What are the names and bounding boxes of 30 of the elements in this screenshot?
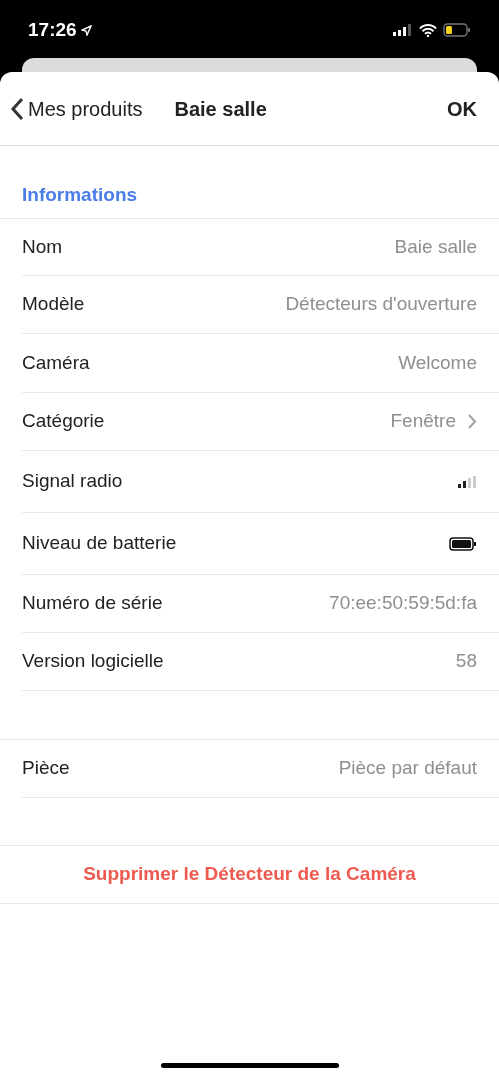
row-value: Welcome [398,350,477,375]
chevron-icon [468,414,477,429]
row-value: Détecteurs d'ouverture [285,292,477,317]
battery-icon [449,536,477,551]
wifi-icon [419,23,437,37]
row-label: Modèle [22,292,85,317]
row-value: 70:ee:50:59:5d:fa [329,591,477,616]
battery-status-icon [443,23,471,37]
row-value: Fenêtre [390,409,456,434]
row-label: Pièce [22,756,70,781]
nav-title: Baie salle [174,96,267,122]
row-label: Niveau de batterie [22,531,177,556]
status-time: 17:26 [28,17,77,42]
chevron-left-icon [10,96,24,121]
signal-icon [457,475,477,488]
row-label: Numéro de série [22,591,163,616]
row-value: Baie salle [394,234,477,259]
row-label: Nom [22,234,63,259]
row-label: Version logicielle [22,649,164,674]
back-button[interactable]: Mes produits [10,93,143,124]
section-header: Informations [22,182,138,207]
row-value: 58 [455,649,477,674]
row-label: Caméra [22,350,90,375]
row-label: Signal radio [22,469,123,494]
location-icon [80,24,92,36]
cellular-icon [393,24,413,36]
row-value: Pièce par défaut [338,756,477,781]
row-label: Catégorie [22,409,105,434]
ok-button[interactable]: OK [447,93,477,124]
settings-row[interactable]: Catégorie Fenêtre [22,393,499,451]
